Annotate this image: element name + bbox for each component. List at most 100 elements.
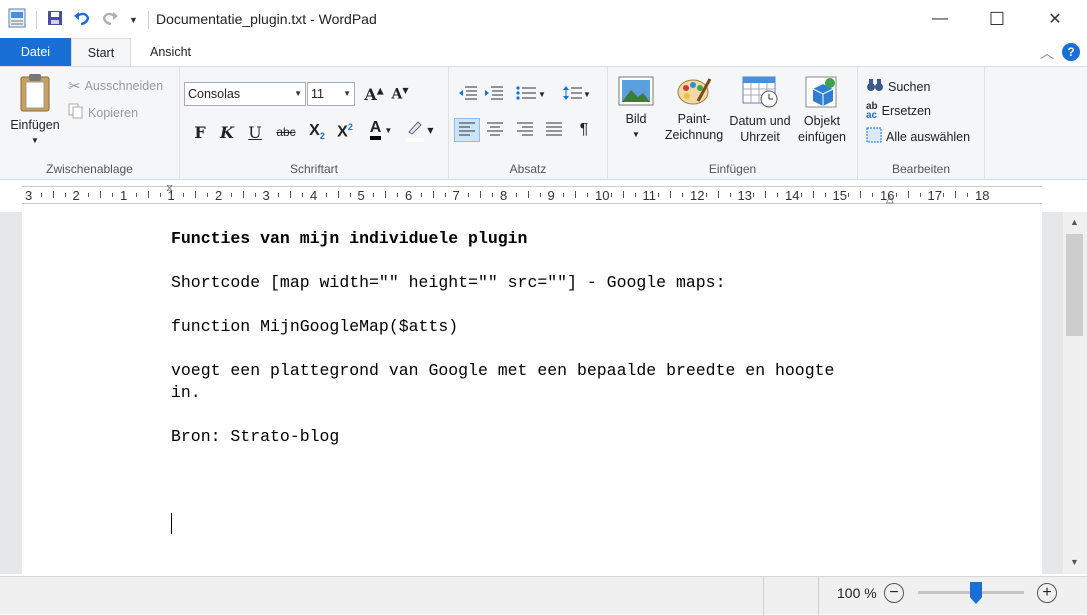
ruler-tick — [492, 193, 494, 197]
quick-access-toolbar: ▼ — [8, 8, 149, 31]
paragraph-icon: ¶ — [579, 121, 589, 138]
bullet-list-button[interactable]: ▼ — [511, 82, 551, 106]
ruler-label: 15 — [832, 188, 847, 203]
zoom-slider-thumb[interactable] — [970, 582, 982, 604]
zoom-out-icon[interactable]: − — [884, 583, 904, 603]
title-bar: ▼ Documentatie_plugin.txt - WordPad — ☐ … — [0, 0, 1087, 38]
underline-button[interactable]: U — [243, 121, 267, 143]
subscript-button[interactable]: X2 — [305, 121, 329, 143]
align-left-button[interactable] — [454, 118, 480, 142]
find-button[interactable]: Suchen — [866, 77, 930, 96]
redo-icon[interactable] — [101, 10, 119, 29]
italic-button[interactable]: K — [215, 121, 239, 143]
ruler[interactable]: 3 2 1 1 2 3 4 5 6 7 8 9 10 11 12 13 14 15 16 17 18 ⧖ △ — [0, 180, 1087, 212]
paint-drawing-button[interactable]: Paint- Zeichnung — [662, 75, 726, 143]
ruler-tick — [278, 193, 280, 197]
minimize-icon: — — [932, 10, 948, 27]
scroll-down-arrow-icon[interactable]: ▼ — [1070, 557, 1079, 567]
select-all-label: Alle auswählen — [886, 129, 971, 144]
superscript-button[interactable]: X2 — [333, 121, 357, 143]
tab-datei[interactable]: Datei — [0, 38, 71, 66]
line-spacing-button[interactable]: ▼ — [559, 82, 595, 106]
chevron-down-icon: ▼ — [343, 89, 351, 98]
cut-button[interactable]: ✂ Ausschneiden — [68, 77, 163, 95]
shrink-font-button[interactable]: A▼ — [388, 83, 412, 105]
first-line-indent-marker[interactable]: ⧖ — [166, 183, 173, 194]
paragraph-button[interactable]: ¶ — [571, 118, 597, 142]
ruler-tick — [337, 191, 339, 198]
bold-label: F — [194, 122, 206, 142]
ribbon: Einfügen ▼ ✂ Ausschneiden Kopieren Zwisc… — [0, 66, 1087, 180]
ruler-tick — [824, 193, 826, 197]
document-page[interactable]: Functies van mijn individuele plugin Sho… — [22, 212, 1042, 574]
ruler-tick — [575, 191, 577, 198]
ruler-tick — [907, 191, 909, 198]
picture-button[interactable]: Bild ▼ — [612, 75, 660, 143]
ruler-tick — [515, 193, 517, 197]
insert-object-button[interactable]: Objekt einfügen — [794, 75, 850, 145]
justify-button[interactable] — [541, 118, 567, 142]
ruler-tick — [242, 191, 244, 198]
paste-dropdown-icon[interactable]: ▼ — [6, 133, 64, 149]
right-indent-marker[interactable]: △ — [886, 194, 894, 205]
datetime-button[interactable]: Datum und Uhrzeit — [726, 75, 794, 145]
close-button[interactable]: ✕ — [1026, 0, 1084, 38]
increase-indent-button[interactable] — [481, 82, 507, 106]
ruler-tick — [183, 193, 185, 197]
decrease-indent-button[interactable] — [455, 82, 481, 106]
maximize-button[interactable]: ☐ — [968, 0, 1026, 38]
paste-button[interactable]: Einfügen ▼ — [6, 73, 64, 149]
ruler-tick — [812, 191, 814, 198]
document-line: voegt een plattegrond van Google met een… — [171, 361, 835, 380]
ruler-label: 11 — [642, 188, 657, 203]
document-line: Bron: Strato-blog — [171, 427, 340, 446]
tab-ansicht[interactable]: Ansicht — [133, 38, 208, 66]
app-icon[interactable] — [8, 8, 26, 31]
undo-icon[interactable] — [73, 10, 91, 29]
chevron-down-icon: ▼ — [427, 125, 434, 135]
font-family-select[interactable]: Consolas ▼ — [184, 82, 306, 106]
help-icon[interactable]: ? — [1062, 43, 1080, 61]
strikethrough-button[interactable]: abc — [274, 121, 298, 143]
ruler-tick — [254, 193, 256, 197]
scroll-up-arrow-icon[interactable]: ▲ — [1070, 217, 1079, 227]
ruler-tick — [943, 193, 945, 197]
font-family-value: Consolas — [188, 87, 241, 101]
select-all-button[interactable]: Alle auswählen — [866, 127, 970, 146]
paint-label-2: Zeichnung — [664, 128, 724, 142]
collapse-ribbon-icon[interactable]: ︿ — [1040, 43, 1054, 63]
grow-font-button[interactable]: A▲ — [362, 83, 386, 105]
highlight-button[interactable]: ▼ — [402, 119, 438, 142]
vertical-scrollbar[interactable]: ▲ ▼ — [1063, 212, 1087, 574]
ruler-label: 9 — [547, 188, 555, 203]
zoom-in-icon[interactable]: + — [1037, 583, 1057, 603]
tab-start[interactable]: Start — [71, 38, 131, 66]
zoom-slider[interactable] — [918, 582, 1024, 604]
align-right-button[interactable] — [512, 118, 538, 142]
replace-button[interactable]: ab ac Ersetzen — [866, 102, 931, 121]
align-center-button[interactable] — [482, 118, 508, 142]
font-size-select[interactable]: 11 ▼ — [307, 82, 355, 106]
ruler-label: 10 — [595, 188, 610, 203]
copy-button[interactable]: Kopieren — [68, 103, 138, 122]
ruler-label: 4 — [310, 188, 318, 203]
customize-qat-icon[interactable]: ▼ — [129, 15, 138, 25]
save-icon[interactable] — [47, 10, 63, 29]
font-color-button[interactable]: A ▼ — [364, 119, 398, 141]
align-left-icon — [458, 121, 476, 140]
scroll-thumb[interactable] — [1066, 234, 1083, 336]
bold-button[interactable]: F — [188, 121, 212, 143]
chevron-down-icon: ▼ — [538, 89, 546, 99]
group-font: Consolas ▼ 11 ▼ A▲ A▼ F K U abc X2 X2 A … — [180, 67, 449, 180]
select-all-icon — [866, 127, 882, 146]
calendar-clock-icon — [741, 76, 779, 112]
scissors-icon: ✂ — [68, 78, 81, 95]
edit-group-label: Bearbeiten — [891, 162, 951, 176]
minimize-button[interactable]: — — [911, 0, 969, 38]
group-clipboard: Einfügen ▼ ✂ Ausschneiden Kopieren Zwisc… — [0, 67, 180, 180]
ruler-label: 7 — [452, 188, 460, 203]
shrink-font-icon: A▼ — [391, 85, 409, 103]
datetime-label-1: Datum und — [729, 114, 791, 128]
ruler-tick — [88, 193, 90, 197]
status-bar: 100 % − + — [0, 576, 1087, 615]
